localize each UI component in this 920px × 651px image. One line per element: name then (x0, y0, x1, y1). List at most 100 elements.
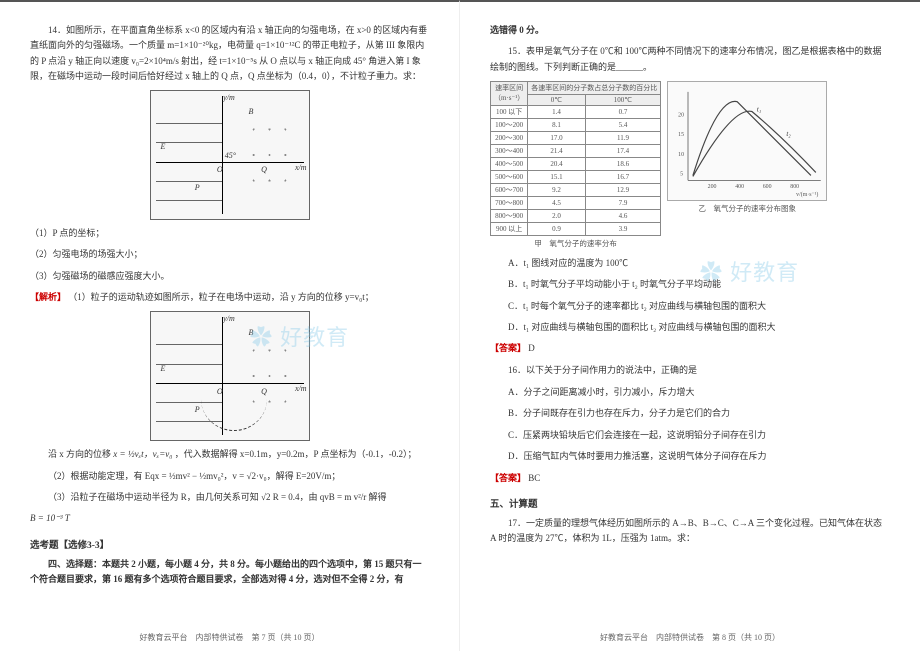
solution-line-1: 【解析】 （1）粒子的运动轨迹如图所示，粒子在电场中运动，沿 y 方向的位移 y… (30, 290, 429, 305)
answer-15: 【答案】 D (490, 341, 890, 356)
speed-distribution-chart: 5 10 15 20 200 400 600 800 t₁ t₂ v/(m·s⁻… (667, 81, 827, 201)
solution-text-5: B = 10⁻³ T (30, 511, 429, 526)
page-8: 选错得 0 分。 15．表甲是氧气分子在 0℃和 100℃两种不同情况下的速率分… (460, 0, 920, 651)
fig1-angle: 45° (225, 151, 236, 160)
table-cell: 200～300 (491, 131, 528, 144)
svg-text:15: 15 (678, 132, 684, 138)
answer-16: 【答案】 BC (490, 471, 890, 486)
svg-text:v/(m·s⁻¹): v/(m·s⁻¹) (796, 191, 818, 198)
table-row: 100～2008.15.4 (491, 118, 661, 131)
table-row: 100 以下1.40.7 (491, 105, 661, 118)
fig1-B-label: B (248, 107, 253, 116)
answer-15-label: 【答案】 (490, 343, 526, 353)
footer-page-7: 好教育云平台 内部特供试卷 第 7 页（共 10 页） (0, 632, 459, 643)
chart-svg: 5 10 15 20 200 400 600 800 t₁ t₂ v/(m·s⁻… (668, 82, 826, 200)
table-row: 300～40021.417.4 (491, 144, 661, 157)
q16-opt-a: A．分子之间距离减小时，引力减小，斥力增大 (508, 385, 890, 399)
table-cell: 8.1 (528, 118, 585, 131)
sol2-formula: x = ½vₓt，vₓ=v₀ (113, 449, 172, 459)
table-row: 800～9002.04.6 (491, 209, 661, 222)
footer-page-8: 好教育云平台 内部特供试卷 第 8 页（共 10 页） (460, 632, 920, 643)
table-cell: 17.0 (528, 131, 585, 144)
solution-text-3: （2）根据动能定理，有 Eqx = ½mv² − ½mv₀²，v = √2·v₀… (30, 469, 429, 484)
answer-16-value: BC (528, 473, 540, 483)
fig1-O-label: O (217, 165, 223, 174)
table-cell: 15.1 (528, 170, 585, 183)
fig2-y-axis-label: y/m (223, 314, 235, 323)
q14-sub2: （2）匀强电场的场强大小； (30, 247, 429, 262)
q14-intro: 14．如图所示，在平面直角坐标系 x<0 的区域内有沿 x 轴正向的匀强电场，在… (30, 23, 429, 84)
table-cell: 7.9 (585, 196, 661, 209)
q15-intro: 15．表甲是氧气分子在 0℃和 100℃两种不同情况下的速率分布情况，图乙是根据… (490, 44, 890, 75)
sol2-part2: ，代入数据解得 x=0.1m，y=0.2m，P 点坐标为（-0.1，-0.2）； (175, 449, 417, 459)
table-caption: 甲 氧气分子的速率分布 (490, 238, 661, 249)
table-cell: 2.0 (528, 209, 585, 222)
table-cell: 700～800 (491, 196, 528, 209)
chart-wrapper: 5 10 15 20 200 400 600 800 t₁ t₂ v/(m·s⁻… (667, 81, 827, 214)
table-cell: 300～400 (491, 144, 528, 157)
table-row: 700～8004.57.9 (491, 196, 661, 209)
table-row: 600～7009.212.9 (491, 183, 661, 196)
svg-text:t₁: t₁ (757, 106, 761, 113)
table-cell: 0.9 (528, 222, 585, 235)
q15-opt-c: C．t₁ 时每个氧气分子的速率都比 t₂ 对应曲线与横轴包围的面积大 (508, 299, 890, 313)
table-cell: 12.9 (585, 183, 661, 196)
fig1-E-label: E (161, 142, 166, 151)
svg-text:t₂: t₂ (787, 131, 792, 138)
answer-16-label: 【答案】 (490, 473, 526, 483)
table-cell: 3.9 (585, 222, 661, 235)
table-row: 400～50020.418.6 (491, 157, 661, 170)
answer-15-value: D (528, 343, 535, 353)
svg-text:20: 20 (678, 112, 684, 118)
page-7: 14．如图所示，在平面直角坐标系 x<0 的区域内有沿 x 轴正向的匀强电场，在… (0, 0, 460, 651)
section-4-title: 四、选择题：本题共 2 小题，每小题 4 分，共 8 分。每小题给出的四个选项中… (30, 557, 429, 588)
section-3-3-title: 选考题【选修3-3】 (30, 537, 429, 551)
fig1-P-label: P (195, 183, 200, 192)
table-chart-row: 速率区间 （m·s⁻¹） 各速率区间的分子数占总分子数的百分比 0℃ 100℃ … (490, 81, 890, 249)
svg-text:400: 400 (735, 184, 744, 190)
sol2-part1: 沿 x 方向的位移 (48, 449, 113, 459)
q15-opt-b: B．t₁ 时氧气分子平均动能小于 t₂ 时氧气分子平均动能 (508, 277, 890, 291)
th-0c: 0℃ (528, 94, 585, 105)
svg-text:600: 600 (763, 184, 772, 190)
svg-text:5: 5 (680, 171, 683, 177)
svg-text:200: 200 (708, 184, 717, 190)
table-cell: 20.4 (528, 157, 585, 170)
figure-q14-1: y/m x/m E B P O Q 45° (150, 90, 310, 220)
table-row: 500～60015.116.7 (491, 170, 661, 183)
table-cell: 100～200 (491, 118, 528, 131)
fig2-x-axis-label: x/m (295, 384, 307, 393)
table-cell: 900 以上 (491, 222, 528, 235)
cont-line: 选错得 0 分。 (490, 23, 890, 38)
table-cell: 0.7 (585, 105, 661, 118)
table-cell: 100 以下 (491, 105, 528, 118)
table-cell: 800～900 (491, 209, 528, 222)
th-speed-range: 速率区间 （m·s⁻¹） (491, 81, 528, 105)
table-cell: 21.4 (528, 144, 585, 157)
q16-intro: 16．以下关于分子间作用力的说法中，正确的是 (490, 363, 890, 378)
fig2-Q-label: Q (261, 387, 267, 396)
speed-distribution-table: 速率区间 （m·s⁻¹） 各速率区间的分子数占总分子数的百分比 0℃ 100℃ … (490, 81, 661, 236)
q17-intro: 17．一定质量的理想气体经历如图所示的 A→B、B→C、C→A 三个变化过程。已… (490, 516, 890, 547)
table-cell: 4.5 (528, 196, 585, 209)
table-cell: 1.4 (528, 105, 585, 118)
th-percent: 各速率区间的分子数占总分子数的百分比 (528, 81, 661, 94)
trajectory-curve (201, 399, 267, 431)
table-cell: 500～600 (491, 170, 528, 183)
fig2-E-label: E (161, 364, 166, 373)
fig2-P-label: P (195, 405, 200, 414)
solution-text-2: 沿 x 方向的位移 x = ½vₓt，vₓ=v₀ ，代入数据解得 x=0.1m，… (30, 447, 429, 462)
th-100c: 100℃ (585, 94, 661, 105)
q16-opt-c: C．压紧两块铅块后它们会连接在一起，这说明铅分子间存在引力 (508, 428, 890, 442)
table-cell: 16.7 (585, 170, 661, 183)
q14-sub1: （1）P 点的坐标； (30, 226, 429, 241)
fig1-y-axis-label: y/m (223, 93, 235, 102)
fig1-x-axis-label: x/m (295, 163, 307, 172)
q15-opt-a: A．t₁ 图线对应的温度为 100℃ (508, 256, 890, 270)
table-cell: 18.6 (585, 157, 661, 170)
svg-text:800: 800 (791, 184, 800, 190)
table-cell: 400～500 (491, 157, 528, 170)
q14-sub3: （3）匀强磁场的磁感应强度大小。 (30, 269, 429, 284)
fig2-O-label: O (217, 387, 223, 396)
table-cell: 9.2 (528, 183, 585, 196)
